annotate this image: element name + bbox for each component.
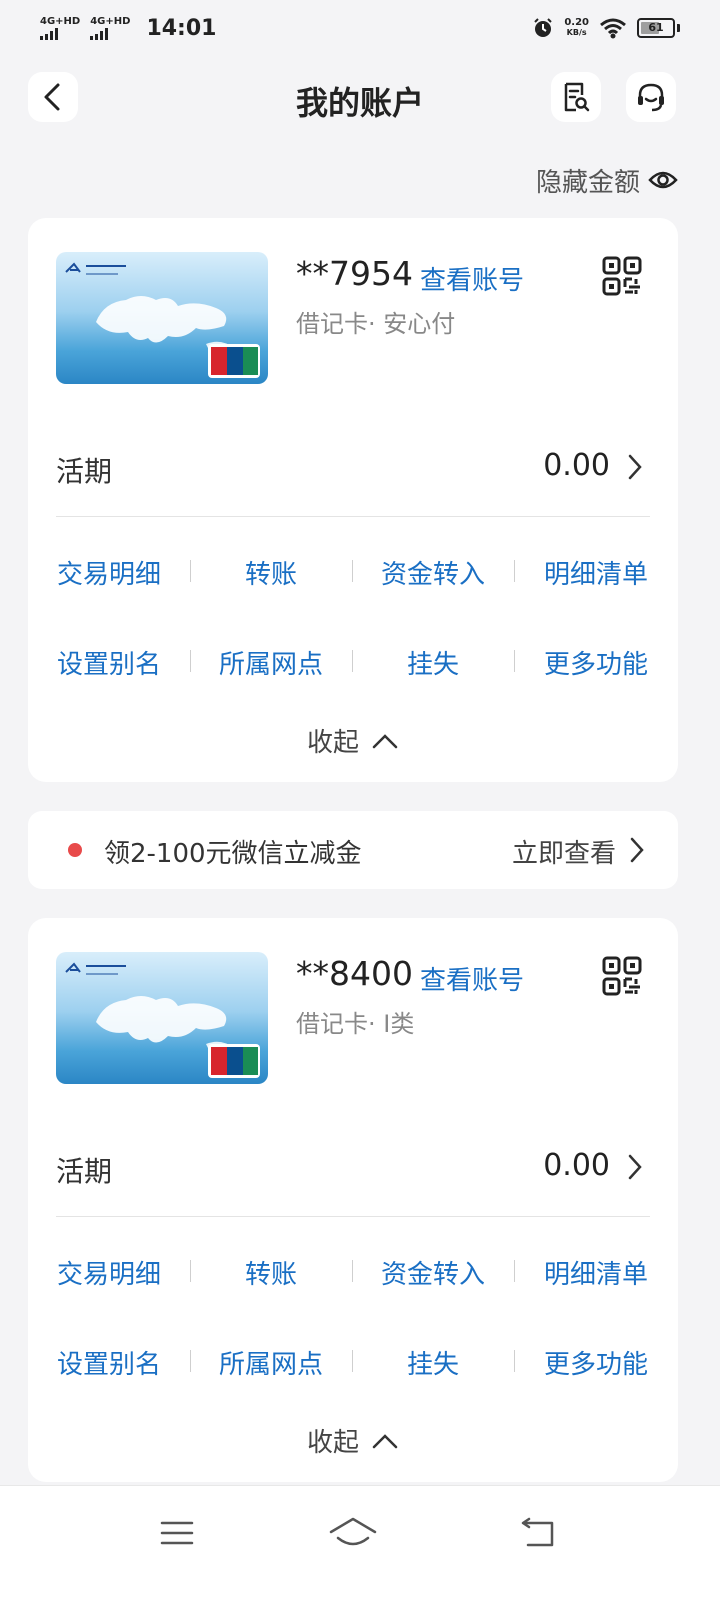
customer-service-button[interactable] [626,72,676,122]
action-fund-transfer-in[interactable]: 资金转入 [352,554,514,591]
balance-label: 活期 [56,455,113,488]
balance-label: 活期 [56,1155,113,1188]
action-fund-transfer-in[interactable]: 资金转入 [352,1254,514,1291]
qr-code-icon[interactable] [602,956,642,996]
action-statement-list[interactable]: 明细清单 [515,554,677,591]
action-report-loss[interactable]: 挂失 [352,644,514,681]
divider [56,516,650,517]
chevron-right-icon[interactable] [624,1152,646,1182]
home-icon [329,1517,377,1546]
clock: 14:01 [146,15,217,41]
net-speed: 0.20 KB/s [564,18,589,38]
chevron-right-icon[interactable] [624,452,646,482]
action-more-functions[interactable]: 更多功能 [515,1344,677,1381]
action-transfer[interactable]: 转账 [190,554,352,591]
account-type: 借记卡· 安心付 [296,310,456,338]
action-statement-list[interactable]: 明细清单 [515,1254,677,1291]
action-branch[interactable]: 所属网点 [190,1344,352,1381]
action-transaction-details[interactable]: 交易明细 [28,554,190,591]
back-nav-button[interactable] [503,1508,573,1558]
collapse-label: 收起 [306,1428,359,1458]
net-speed-value: 0.20 [564,17,589,28]
action-set-alias[interactable]: 设置别名 [28,1344,190,1381]
battery-tip [677,24,680,32]
world-map-graphic [65,962,260,1078]
promo-dot [68,843,82,857]
menu-icon [160,1521,194,1545]
page-title: 我的账户 [295,84,424,122]
customer-service-icon [638,83,664,112]
bill-search-button[interactable] [551,72,601,122]
world-map-graphic [65,262,260,378]
chevron-right-icon [630,837,644,863]
action-transfer[interactable]: 转账 [190,1254,352,1291]
signal-sim2: 4G+HD [90,15,131,40]
action-set-alias[interactable]: 设置别名 [28,644,190,681]
bank-card-image[interactable] [56,952,268,1084]
back-icon [521,1517,554,1547]
qr-code-icon[interactable] [602,256,642,296]
eye-icon [648,171,678,189]
network-type-label: 4G+HD [40,15,81,27]
chevron-up-icon [372,733,398,748]
menu-button[interactable] [142,1508,212,1558]
home-button[interactable] [318,1508,388,1558]
action-transaction-details[interactable]: 交易明细 [28,1254,190,1291]
signal-icon [40,27,58,40]
account-card: **8400 查看账号 借记卡· I类 活期 0.00 交易明细 转账 资金转入… [28,918,678,1482]
battery-label: 61 [648,21,664,34]
account-type: 借记卡· I类 [296,1010,415,1038]
alarm-icon [534,18,553,37]
promo-cta[interactable]: 立即查看 [512,833,616,870]
battery-icon: 61 [637,18,675,38]
account-number: **7954 [296,254,413,293]
view-account-number-link[interactable]: 查看账号 [420,960,524,997]
balance-amount[interactable]: 0.00 [543,1148,610,1183]
promo-text: 领2-100元微信立减金 [104,839,362,869]
hide-amount-label: 隐藏金额 [535,167,640,198]
account-number: **8400 [296,954,413,993]
collapse-label: 收起 [306,728,359,758]
bill-search-icon [564,82,590,112]
action-report-loss[interactable]: 挂失 [352,1344,514,1381]
bank-card-image[interactable] [56,252,268,384]
collapse-button[interactable]: 收起 [28,1422,678,1459]
action-branch[interactable]: 所属网点 [190,644,352,681]
hide-amount-toggle[interactable]: 隐藏金额 [536,160,678,200]
account-card: **7954 查看账号 借记卡· 安心付 活期 0.00 交易明细 转账 资金转… [28,218,678,782]
action-more-functions[interactable]: 更多功能 [515,644,677,681]
status-bar: 4G+HD 4G+HD 14:01 0.20 KB/s 61 [0,0,720,56]
view-account-number-link[interactable]: 查看账号 [420,260,524,297]
system-nav-bar [0,1485,720,1601]
signal-sim1: 4G+HD [40,15,81,40]
balance-amount[interactable]: 0.00 [543,448,610,483]
divider [56,1216,650,1217]
promo-banner[interactable]: 领2-100元微信立减金 立即查看 [28,811,678,889]
collapse-button[interactable]: 收起 [28,722,678,759]
signal-icon [90,27,109,40]
header: 我的账户 [0,68,720,128]
wifi-icon [600,18,626,39]
chevron-up-icon [372,1433,398,1448]
net-speed-unit: KB/s [566,28,587,37]
network-type-label: 4G+HD [90,15,131,27]
